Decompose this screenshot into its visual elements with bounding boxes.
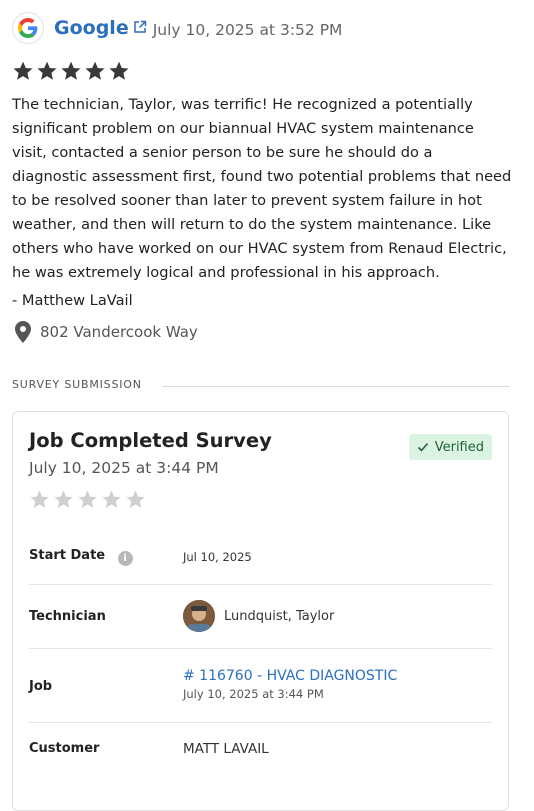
review-header: Google July 10, 2025 at 3:52 PM [12, 12, 342, 44]
check-icon [417, 442, 428, 452]
section-divider [162, 386, 510, 387]
survey-title: Job Completed Survey [29, 429, 272, 452]
review-author: - Matthew LaVail [12, 292, 133, 309]
technician-label: Technician [29, 609, 106, 624]
star-icon [102, 490, 121, 508]
star-icon [54, 490, 73, 508]
job-link[interactable]: # 116760 - HVAC DIAGNOSTIC [183, 668, 397, 684]
star-icon [85, 61, 105, 80]
review-text: The technician, Taylor, was terrific! He… [12, 96, 512, 281]
review-rating [12, 60, 130, 82]
star-icon [78, 490, 97, 508]
review-location: 802 Vandercook Way [14, 321, 198, 343]
info-icon[interactable]: i [117, 551, 133, 566]
google-logo [12, 12, 44, 44]
section-label: SURVEY SUBMISSION [12, 378, 142, 391]
verified-badge: Verified [408, 434, 492, 460]
customer-row: Customer MATT LAVAIL [29, 722, 492, 778]
start-date-label: Start Date i [29, 548, 133, 566]
customer-value: MATT LAVAIL [183, 741, 269, 757]
star-icon [13, 61, 33, 80]
job-label: Job [29, 679, 53, 694]
job-row: Job # 116760 - HVAC DIAGNOSTIC July 10, … [29, 648, 492, 723]
start-date-label-text: Start Date [29, 548, 106, 563]
survey-card: Job Completed Survey July 10, 2025 at 3:… [12, 411, 509, 811]
location-text: 802 Vandercook Way [40, 323, 198, 341]
star-icon [109, 61, 129, 80]
star-icon [37, 61, 57, 80]
review-date: July 10, 2025 at 3:52 PM [152, 21, 343, 39]
external-link-icon[interactable] [133, 19, 147, 33]
survey-rating [29, 489, 146, 510]
star-icon [61, 61, 81, 80]
review-source-link[interactable]: Google [54, 17, 129, 39]
job-date: July 10, 2025 at 3:44 PM [183, 687, 324, 701]
technician-row: Technician Lundquist, Taylor [29, 584, 492, 649]
technician-name: Lundquist, Taylor [224, 608, 335, 624]
customer-label: Customer [29, 741, 100, 756]
survey-date: July 10, 2025 at 3:44 PM [29, 459, 219, 477]
technician-avatar [183, 600, 215, 632]
start-date-row: Start Date i Jul 10, 2025 [29, 536, 492, 585]
verified-label: Verified [434, 439, 484, 455]
start-date-value: Jul 10, 2025 [183, 550, 252, 564]
location-pin-icon [15, 321, 31, 343]
star-icon [30, 490, 49, 508]
star-icon [126, 490, 145, 508]
